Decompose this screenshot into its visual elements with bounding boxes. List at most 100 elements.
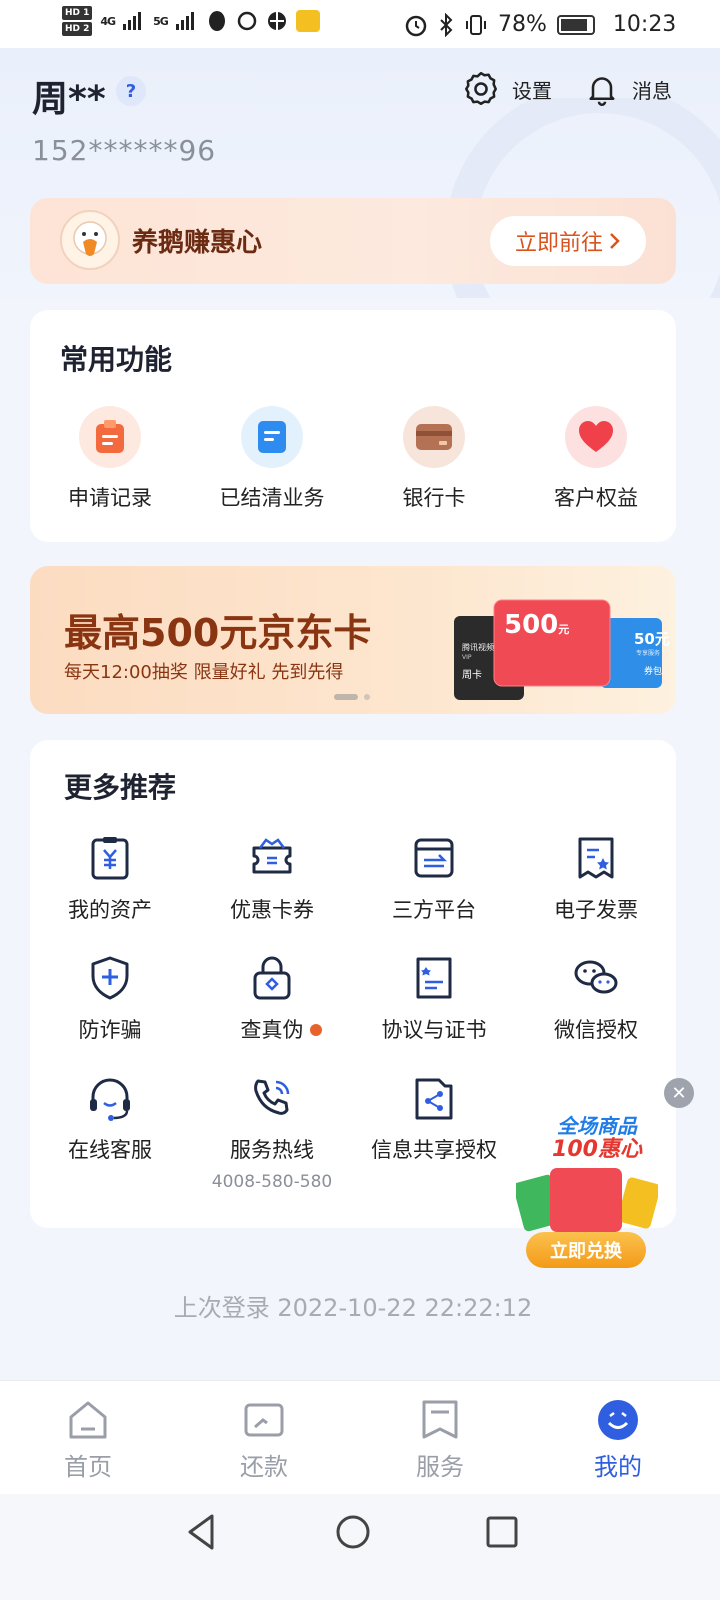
- sim2-badge: HD 2: [62, 22, 93, 36]
- sync-icon: [237, 11, 257, 31]
- card-extra: 专享服务: [636, 650, 661, 657]
- banner-title: 最高500元京东卡: [64, 611, 372, 655]
- goose-title: 养鹅赚惠心: [132, 228, 263, 258]
- goose-illustration: [73, 221, 107, 256]
- item-info-sharing[interactable]: 信息共享授权: [354, 1074, 514, 1164]
- item-anti-fraud[interactable]: 防诈骗: [30, 954, 190, 1044]
- help-icon[interactable]: ?: [116, 76, 146, 106]
- item-online-service[interactable]: 在线客服: [30, 1074, 190, 1164]
- status-left: HD 1 HD 2 4G 5G: [62, 6, 320, 36]
- jd-card-banner[interactable]: 最高500元京东卡 每天12:00抽奖 限量好礼 先到先得 500元 50元 腾…: [30, 566, 676, 714]
- network-1: 4G: [100, 14, 116, 28]
- heart-glyph: [579, 421, 613, 452]
- headset-icon: [86, 1074, 134, 1122]
- phone-icon: [248, 1074, 296, 1122]
- lock-glyph: [253, 956, 291, 1000]
- carousel-dot-active[interactable]: [334, 694, 358, 700]
- system-navigation-bar: [0, 1494, 720, 1600]
- func-customer-benefits[interactable]: 客户权益: [516, 406, 676, 512]
- phone-glyph: [254, 1079, 290, 1115]
- card-brand: 腾讯视频: [462, 643, 494, 652]
- item-wechat-auth[interactable]: 微信授权: [516, 954, 676, 1044]
- wechat-glyph: [574, 960, 618, 994]
- exchange-promo-float[interactable]: 全场商品 100惠心 立即兑换: [512, 1110, 662, 1270]
- phone-number: 152******96: [32, 134, 217, 167]
- func-application-records[interactable]: 申请记录: [30, 406, 190, 512]
- func-label: 银行卡: [402, 486, 466, 510]
- clock: 10:23: [612, 12, 677, 37]
- coupon-icon: [248, 834, 296, 882]
- item-e-invoice[interactable]: 电子发票: [516, 834, 676, 924]
- mail-icon: [295, 10, 320, 32]
- more-recommend-title: 更多推荐: [64, 771, 177, 804]
- signal-icon: [123, 12, 142, 30]
- clipboard-glyph: [96, 420, 124, 453]
- item-label: 电子发票: [554, 898, 638, 922]
- gift-cards-illustration: [516, 1168, 658, 1232]
- item-my-assets[interactable]: 我的资产: [30, 834, 190, 924]
- home-nav-icon[interactable]: [331, 1510, 375, 1554]
- invoice-glyph: [578, 837, 614, 879]
- item-label: 优惠卡券: [230, 898, 314, 922]
- item-label: 三方平台: [392, 898, 476, 922]
- document-icon: [241, 406, 303, 468]
- goose-reward-card[interactable]: 养鹅赚惠心 立即前往: [30, 198, 676, 284]
- card-value: 500元: [504, 610, 569, 640]
- item-label: 在线客服: [68, 1138, 152, 1162]
- item-coupons[interactable]: 优惠卡券: [192, 834, 352, 924]
- gear-icon: [465, 71, 497, 105]
- carousel-dots: [334, 694, 370, 700]
- item-third-party[interactable]: 三方平台: [354, 834, 514, 924]
- item-verify-authenticity[interactable]: 查真伪: [192, 954, 352, 1044]
- chevron-right-icon: [610, 233, 620, 249]
- item-label: 防诈骗: [78, 1018, 142, 1042]
- status-right: 78% 10:23: [404, 12, 676, 37]
- recents-icon[interactable]: [480, 1510, 524, 1554]
- func-bank-card[interactable]: 银行卡: [354, 406, 514, 512]
- coupon-glyph: [252, 838, 292, 874]
- card-vip: VIP: [462, 654, 472, 661]
- tab-label: 还款: [240, 1453, 288, 1481]
- promo-line1: 全场商品: [557, 1114, 637, 1138]
- invoice-icon: [572, 834, 620, 882]
- item-label: 我的资产: [68, 898, 152, 922]
- item-label: 信息共享授权: [371, 1138, 497, 1162]
- promo-exchange-button[interactable]: 立即兑换: [526, 1232, 646, 1268]
- tab-service[interactable]: 服务: [380, 1399, 500, 1482]
- agreement-icon: [410, 954, 458, 1002]
- messages-button[interactable]: 消息: [584, 70, 672, 108]
- item-agreements[interactable]: 协议与证书: [354, 954, 514, 1044]
- goose-go-label: 立即前往: [514, 231, 603, 256]
- share-glyph: [415, 1078, 453, 1120]
- bank-card-icon: [403, 406, 465, 468]
- common-functions-card: 常用功能 申请记录 已结清业务 银行卡 客户权益: [30, 310, 676, 542]
- goose-go-button[interactable]: 立即前往: [490, 216, 646, 266]
- vibrate-icon: [466, 14, 486, 35]
- agreement-glyph: [416, 957, 452, 999]
- bottom-tab-bar: 首页 还款 服务 我的: [0, 1380, 720, 1494]
- promo-headline: 全场商品 100惠心: [532, 1114, 662, 1162]
- tab-home[interactable]: 首页: [28, 1399, 148, 1482]
- back-icon[interactable]: [180, 1510, 224, 1554]
- notification-dot: [309, 1024, 322, 1036]
- bank-card-glyph: [416, 424, 452, 450]
- battery-percent: 78%: [498, 12, 547, 37]
- network-2: 5G: [153, 14, 169, 28]
- promo-line2: 100惠心: [552, 1137, 642, 1162]
- assets-glyph: [91, 837, 129, 880]
- func-settled-business[interactable]: 已结清业务: [192, 406, 352, 512]
- tab-mine[interactable]: 我的: [558, 1399, 678, 1482]
- hotline-number[interactable]: 4008-580-580: [212, 1172, 332, 1192]
- sim1-badge: HD 1: [62, 6, 93, 20]
- assets-icon: [86, 834, 134, 882]
- banner-subtitle: 每天12:00抽奖 限量好礼 先到先得: [64, 662, 344, 683]
- item-service-hotline[interactable]: 服务热线 4008-580-580: [192, 1074, 352, 1192]
- carousel-dot[interactable]: [364, 694, 370, 700]
- close-icon[interactable]: ✕: [664, 1078, 694, 1108]
- tab-repay[interactable]: 还款: [204, 1399, 324, 1482]
- goose-icon: [60, 210, 120, 270]
- bookmark-icon: [422, 1400, 458, 1439]
- bell-icon: [589, 77, 615, 106]
- settings-button[interactable]: 设置: [462, 70, 552, 108]
- card-pack: 券包: [644, 667, 663, 677]
